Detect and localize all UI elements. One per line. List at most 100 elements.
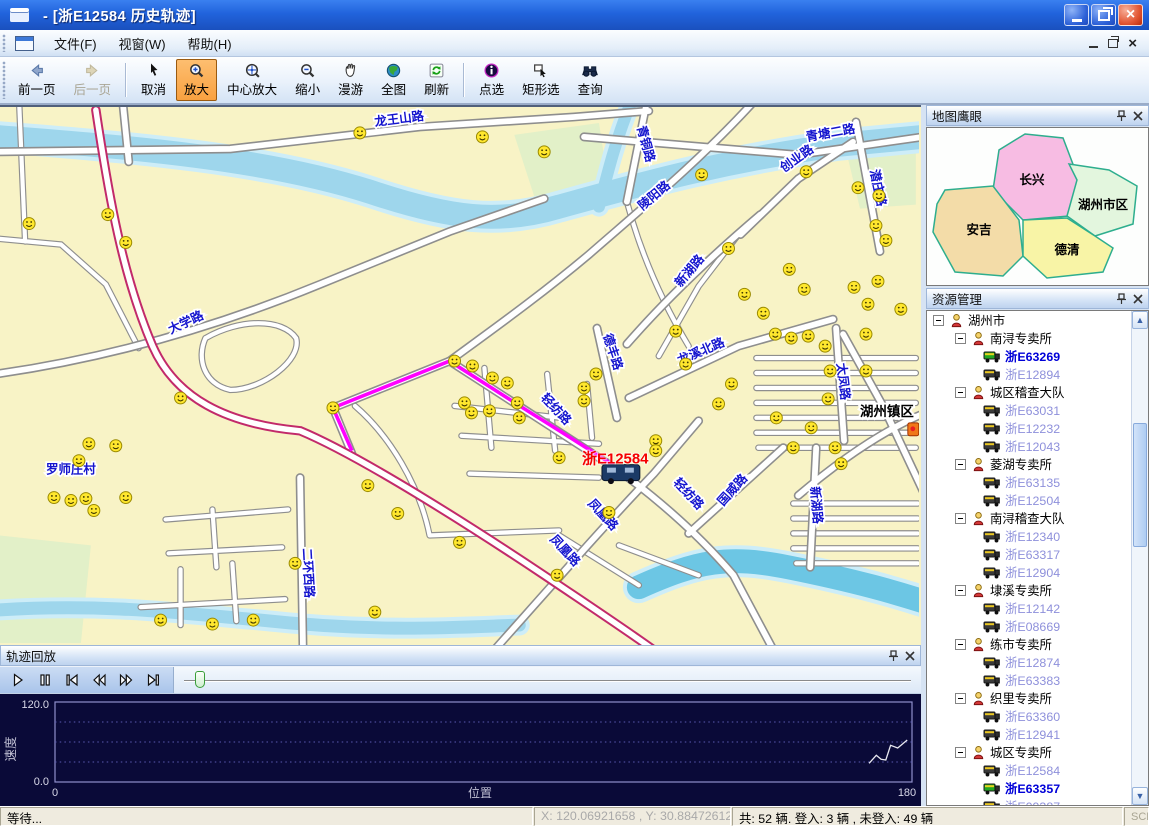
menu-window[interactable]: 视窗(W) [108, 30, 177, 57]
playback-rewind-button[interactable] [89, 671, 109, 690]
playback-skip-start-button[interactable] [62, 671, 82, 690]
document-window-icon[interactable] [15, 36, 34, 51]
collapse-toggle[interactable] [933, 315, 944, 326]
vehicle-smiley-marker[interactable] [870, 220, 882, 232]
playback-slider[interactable] [184, 667, 911, 693]
collapse-toggle[interactable] [955, 387, 966, 398]
scroll-thumb[interactable] [1133, 423, 1147, 547]
tree-vehicle[interactable]: 浙E12874 [927, 653, 1148, 671]
vehicle-smiley-marker[interactable] [757, 307, 769, 319]
vehicle-smiley-marker[interactable] [48, 492, 60, 504]
vehicle-smiley-marker[interactable] [862, 298, 874, 310]
close-button[interactable]: × [1118, 4, 1143, 26]
vehicle-smiley-marker[interactable] [603, 507, 615, 519]
vehicle-smiley-marker[interactable] [848, 281, 860, 293]
tree-group[interactable]: 城区稽查大队 [927, 383, 1148, 401]
tree-group[interactable]: 埭溪专卖所 [927, 581, 1148, 599]
vehicle-smiley-marker[interactable] [120, 492, 132, 504]
minimize-button[interactable] [1064, 4, 1089, 26]
playback-fast-forward-button[interactable] [116, 671, 136, 690]
vehicle-smiley-marker[interactable] [895, 303, 907, 315]
vehicle-smiley-marker[interactable] [362, 480, 374, 492]
tree-vehicle[interactable]: 浙E12584 [927, 761, 1148, 779]
vehicle-smiley-marker[interactable] [860, 365, 872, 377]
vehicle-smiley-marker[interactable] [513, 412, 525, 424]
slider-thumb[interactable] [195, 671, 205, 688]
vehicle-smiley-marker[interactable] [802, 330, 814, 342]
map-canvas[interactable]: 龙王山路青铜路青塘二路创业路潜庄路陵阳路新湖路大学路德丰路龙溪北路轻纺路太凤路国… [0, 107, 919, 645]
tree-group[interactable]: 南浔专卖所 [927, 329, 1148, 347]
tree-vehicle[interactable]: 浙E12340 [927, 527, 1148, 545]
toolbar-button-rect-select[interactable]: 矩形选 [514, 59, 568, 101]
tree-vehicle[interactable]: 浙E12043 [927, 437, 1148, 455]
vehicle-smiley-marker[interactable] [769, 328, 781, 340]
toolbar-grip[interactable] [2, 61, 7, 99]
vehicle-smiley-marker[interactable] [785, 332, 797, 344]
pin-icon[interactable] [1116, 293, 1127, 305]
vehicle-smiley-marker[interactable] [110, 440, 122, 452]
vehicle-smiley-marker[interactable] [723, 242, 735, 254]
vehicle-smiley-marker[interactable] [486, 372, 498, 384]
vehicle-smiley-marker[interactable] [800, 166, 812, 178]
vehicle-smiley-marker[interactable] [860, 328, 872, 340]
collapse-toggle[interactable] [955, 639, 966, 650]
vehicle-smiley-marker[interactable] [73, 455, 85, 467]
tree-vehicle[interactable]: 浙E63383 [927, 671, 1148, 689]
map-viewport[interactable]: 龙王山路青铜路青塘二路创业路潜庄路陵阳路新湖路大学路德丰路龙溪北路轻纺路太凤路国… [0, 105, 921, 645]
mdi-close-button[interactable]: × [1128, 36, 1137, 51]
tree-vehicle[interactable]: 浙E08669 [927, 617, 1148, 635]
menubar-grip[interactable] [2, 34, 7, 52]
tree-group[interactable]: 菱湖专卖所 [927, 455, 1148, 473]
tree-vehicle[interactable]: 浙E63317 [927, 545, 1148, 563]
vehicle-smiley-marker[interactable] [102, 209, 114, 221]
tree-vehicle[interactable]: 浙E12504 [927, 491, 1148, 509]
vehicle-smiley-marker[interactable] [206, 618, 218, 630]
vehicle-smiley-marker[interactable] [696, 169, 708, 181]
tree-scrollbar[interactable]: ▲ ▼ [1131, 311, 1148, 805]
toolbar-button-next[interactable]: 后一页 [66, 59, 120, 101]
tree-vehicle[interactable]: 浙E12904 [927, 563, 1148, 581]
close-panel-icon[interactable] [1133, 294, 1143, 304]
tree-group[interactable]: 练市专卖所 [927, 635, 1148, 653]
vehicle-smiley-marker[interactable] [835, 458, 847, 470]
vehicle-smiley-marker[interactable] [511, 397, 523, 409]
menu-file[interactable]: 文件(F) [43, 30, 108, 57]
tree-vehicle[interactable]: 浙E12894 [927, 365, 1148, 383]
close-panel-icon[interactable] [905, 651, 915, 661]
tree-vehicle[interactable]: 浙E12941 [927, 725, 1148, 743]
vehicle-smiley-marker[interactable] [713, 398, 725, 410]
pin-icon[interactable] [1116, 110, 1127, 122]
vehicle-smiley-marker[interactable] [551, 569, 563, 581]
vehicle-smiley-marker[interactable] [680, 358, 692, 370]
vehicle-smiley-marker[interactable] [483, 405, 495, 417]
vehicle-smiley-marker[interactable] [852, 182, 864, 194]
playback-play-button[interactable] [8, 671, 28, 690]
vehicle-smiley-marker[interactable] [247, 614, 259, 626]
toolbar-button-zoom-out[interactable]: 缩小 [287, 59, 328, 101]
vehicle-smiley-marker[interactable] [449, 355, 461, 367]
vehicle-smiley-marker[interactable] [829, 442, 841, 454]
vehicle-smiley-marker[interactable] [822, 393, 834, 405]
tree-vehicle[interactable]: 浙E63031 [927, 401, 1148, 419]
vehicle-smiley-marker[interactable] [65, 495, 77, 507]
toolbar-button-cursor[interactable]: 取消 [133, 59, 174, 101]
vehicle-smiley-marker[interactable] [23, 218, 35, 230]
mdi-restore-button[interactable] [1108, 39, 1118, 48]
vehicle-smiley-marker[interactable] [873, 190, 885, 202]
toolbar-button-zoom-center[interactable]: 中心放大 [219, 59, 285, 101]
vehicle-smiley-marker[interactable] [327, 402, 339, 414]
playback-skip-end-button[interactable] [143, 671, 163, 690]
vehicle-smiley-marker[interactable] [465, 407, 477, 419]
vehicle-smiley-marker[interactable] [590, 368, 602, 380]
vehicle-smiley-marker[interactable] [578, 395, 590, 407]
vehicle-smiley-marker[interactable] [369, 606, 381, 618]
vehicle-smiley-marker[interactable] [83, 438, 95, 450]
restore-button[interactable] [1091, 4, 1116, 26]
vehicle-smiley-marker[interactable] [650, 445, 662, 457]
vehicle-smiley-marker[interactable] [787, 442, 799, 454]
collapse-toggle[interactable] [955, 585, 966, 596]
vehicle-smiley-marker[interactable] [155, 614, 167, 626]
tree-group[interactable]: 城区专卖所 [927, 743, 1148, 761]
vehicle-smiley-marker[interactable] [476, 131, 488, 143]
toolbar-button-prev[interactable]: 前一页 [10, 59, 64, 101]
